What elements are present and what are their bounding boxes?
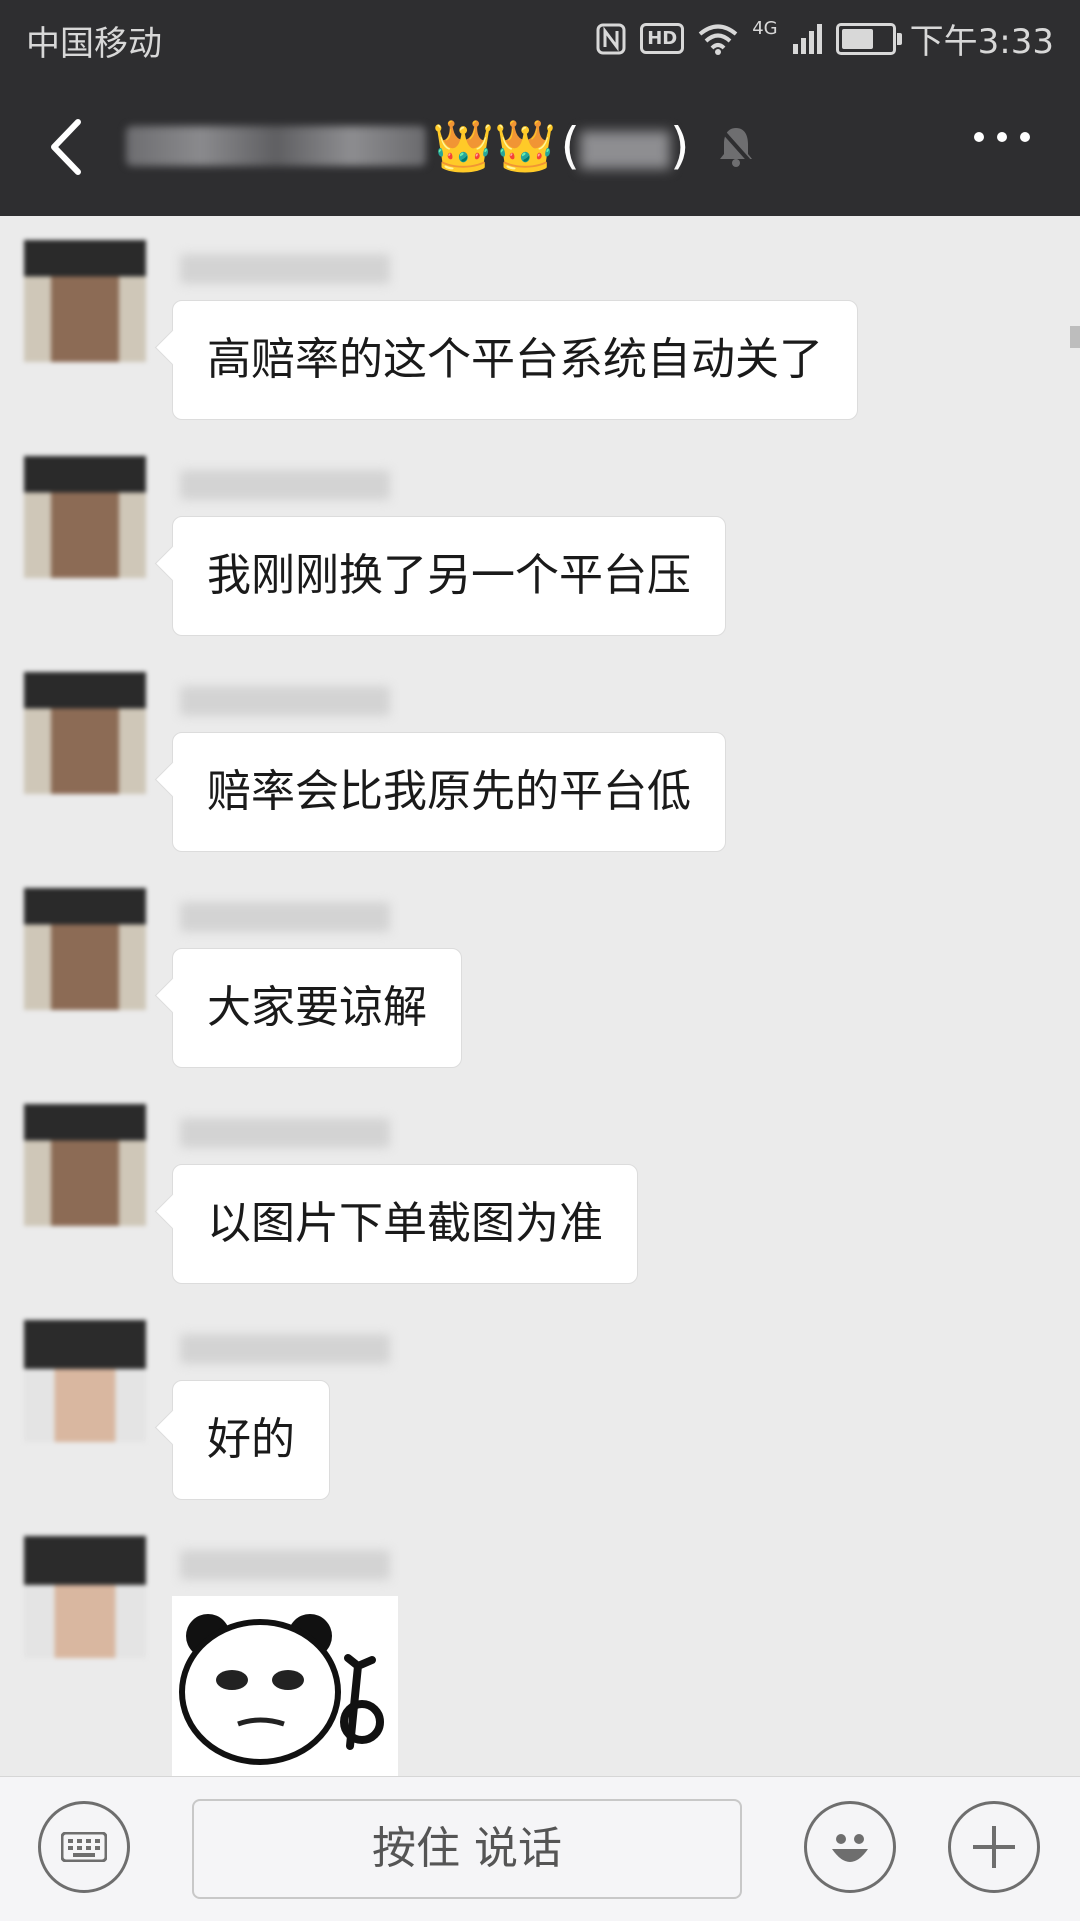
chevron-left-icon[interactable] [38, 112, 98, 182]
emoji-icon[interactable] [804, 1801, 896, 1893]
battery-icon [835, 22, 902, 55]
avatar[interactable] [24, 1320, 146, 1442]
status-icons: HD 4G 下午3:33 [596, 14, 1054, 63]
panda-face-icon [179, 1614, 384, 1765]
plus-icon[interactable] [948, 1801, 1040, 1893]
sender-name-redacted [180, 1334, 390, 1364]
group-name-redacted [126, 126, 426, 166]
chat-header: 👑👑 () [0, 74, 1080, 216]
avatar[interactable] [24, 1104, 146, 1226]
status-bar: 中国移动 HD 4G 下午3:33 [0, 0, 1080, 74]
wifi-icon [698, 24, 738, 55]
avatar[interactable] [24, 1536, 146, 1658]
sender-name-redacted [180, 254, 390, 284]
sender-name-redacted [180, 1118, 390, 1148]
message-bubble[interactable]: 高赔率的这个平台系统自动关了 [172, 300, 858, 420]
hold-to-talk-button[interactable]: 按住 说话 [192, 1799, 742, 1899]
nfc-icon [596, 23, 626, 54]
message-bubble[interactable]: 赔率会比我原先的平台低 [172, 732, 726, 852]
carrier-name: 中国移动 [26, 24, 162, 64]
avatar[interactable] [24, 456, 146, 578]
avatar[interactable] [24, 240, 146, 362]
hd-icon: HD [640, 23, 685, 54]
more-dots-icon[interactable] [974, 132, 1030, 142]
scrollbar-thumb[interactable] [1070, 326, 1080, 348]
message-bubble[interactable]: 大家要谅解 [172, 948, 462, 1068]
message-bubble[interactable]: 以图片下单截图为准 [172, 1164, 638, 1284]
battery-level [841, 28, 873, 49]
sender-name-redacted [180, 1550, 390, 1580]
keyboard-icon[interactable] [38, 1801, 130, 1893]
chat-title: 👑👑 () [126, 114, 756, 178]
sender-name-redacted [180, 902, 390, 932]
crown-emoji: 👑👑 [432, 116, 557, 175]
input-bar: 按住 说话 [0, 1776, 1080, 1921]
panda-ok-sticker[interactable] [172, 1596, 398, 1776]
message-bubble[interactable]: 我刚刚换了另一个平台压 [172, 516, 726, 636]
avatar[interactable] [24, 672, 146, 794]
avatar[interactable] [24, 888, 146, 1010]
member-count: () [560, 117, 690, 175]
bell-muted-icon [718, 126, 754, 167]
signal-icon [792, 23, 822, 54]
signal-type-label: 4G [752, 18, 778, 39]
sender-name-redacted [180, 686, 390, 716]
sender-name-redacted [180, 470, 390, 500]
message-bubble[interactable]: 好的 [172, 1380, 330, 1500]
clock: 下午3:33 [909, 22, 1054, 62]
message-list[interactable]: 高赔率的这个平台系统自动关了 我刚刚换了另一个平台压 赔率会比我原先的平台低 大… [0, 216, 1080, 1776]
